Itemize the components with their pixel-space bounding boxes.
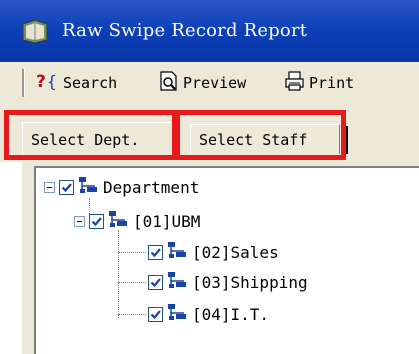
tree-node-label: [04]I.T. [192, 304, 270, 324]
window-title: Raw Swipe Record Report [62, 20, 308, 41]
tree-node-shipping[interactable]: [03]Shipping [148, 271, 308, 293]
svg-text:{: { [47, 72, 57, 91]
collapse-toggle-icon[interactable] [44, 181, 55, 193]
tree-connector [118, 314, 146, 315]
org-chart-icon [167, 303, 187, 325]
tree-node-label: [02]Sales [192, 242, 279, 262]
tree-connector [118, 230, 119, 318]
print-label: Print [309, 74, 355, 92]
tree-node-department[interactable]: Department [44, 176, 199, 198]
tree-node-it[interactable]: [04]I.T. [148, 303, 269, 325]
tree-node-ubm[interactable]: [01]UBM [74, 210, 200, 232]
toolbar: ? { Search Preview Print [0, 62, 419, 105]
tab-select-staff[interactable]: Select Staff [190, 124, 340, 154]
collapse-toggle-icon[interactable] [74, 215, 85, 227]
tree-connector [118, 252, 146, 253]
title-bar: Raw Swipe Record Report [0, 0, 419, 62]
checkbox-checked-icon[interactable] [148, 244, 163, 260]
tab-label: Select Dept. [31, 130, 140, 149]
tree-node-label: [01]UBM [133, 211, 201, 231]
checkbox-checked-icon[interactable] [89, 213, 104, 229]
org-chart-icon [167, 241, 187, 263]
department-tree[interactable]: Department [01]UBM [02]Sales [03]Shippin… [34, 166, 419, 354]
search-help-icon: ? { [36, 70, 63, 96]
org-chart-icon [167, 271, 187, 293]
checkbox-checked-icon[interactable] [59, 179, 74, 195]
org-chart-icon [78, 176, 98, 198]
preview-button[interactable]: Preview [158, 69, 246, 97]
report-book-icon [20, 18, 50, 44]
checkbox-checked-icon[interactable] [148, 274, 163, 290]
toolbar-separator [22, 69, 25, 97]
svg-text:?: ? [36, 72, 46, 92]
search-button[interactable]: ? { Search [36, 69, 117, 97]
search-label: Search [63, 74, 118, 92]
tree-node-sales[interactable]: [02]Sales [148, 241, 279, 263]
tree-node-label: [03]Shipping [192, 272, 308, 292]
tab-strip: Select Dept. Select Staff [0, 104, 419, 162]
checkbox-checked-icon[interactable] [148, 306, 163, 322]
tab-select-dept[interactable]: Select Dept. [22, 122, 174, 156]
print-button[interactable]: Print [284, 69, 354, 97]
tab-divider [346, 126, 348, 154]
tree-node-label: Department [103, 177, 200, 197]
tab-label: Select Staff [199, 130, 308, 149]
preview-magnifier-icon [158, 70, 183, 96]
tree-connector [118, 282, 146, 283]
preview-label: Preview [183, 74, 247, 92]
printer-icon [284, 70, 309, 96]
org-chart-icon [108, 210, 128, 232]
